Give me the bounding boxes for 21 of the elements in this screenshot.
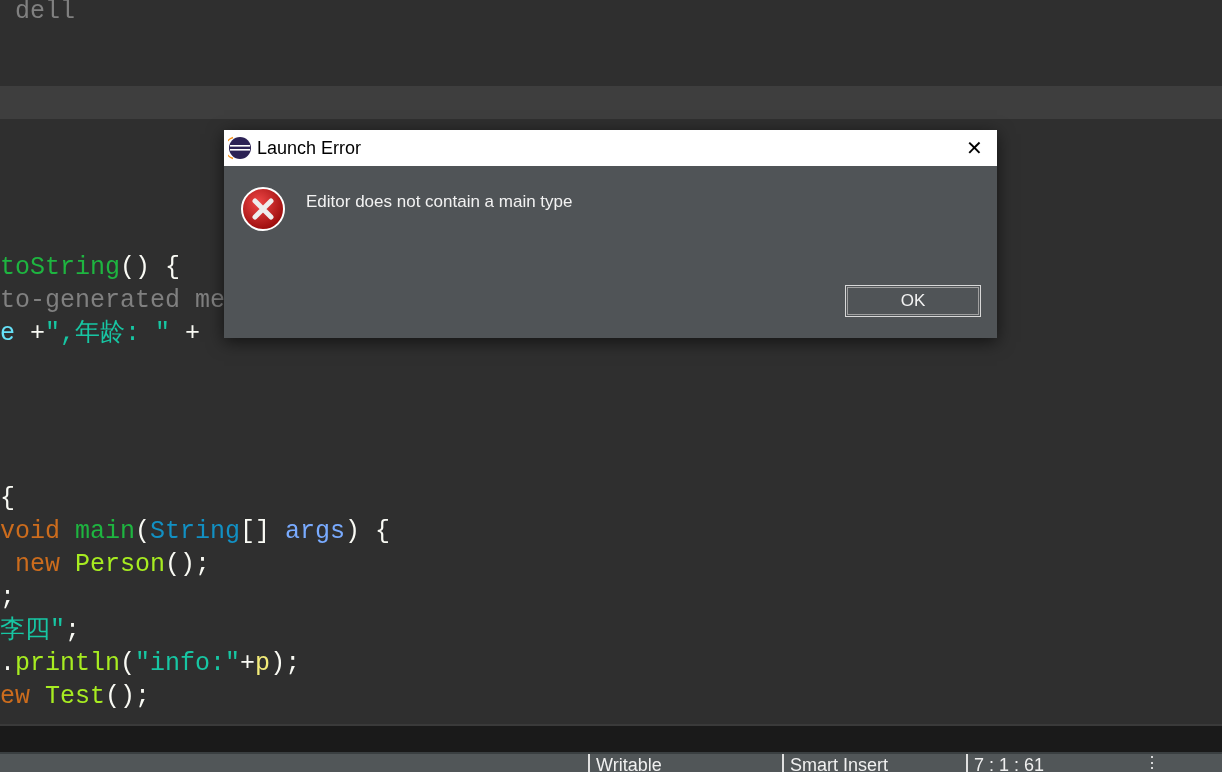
- code-line: e +",年龄: " +: [0, 317, 202, 350]
- code-line: toString() {: [0, 251, 181, 284]
- close-button[interactable]: ✕: [951, 130, 997, 166]
- status-field: Smart Insert: [782, 754, 966, 772]
- status-field: 7 : 1 : 61: [966, 754, 1136, 772]
- ok-button[interactable]: OK: [845, 285, 981, 317]
- app-logo-icon: [228, 136, 252, 160]
- code-line: .println("info:"+p);: [0, 647, 301, 680]
- code-line: void main(String[] args) {: [0, 515, 391, 548]
- code-line: new Person();: [14, 548, 211, 581]
- code-line: ;: [0, 581, 15, 614]
- code-line: ew Test();: [0, 680, 151, 713]
- window-title: Launch Error: [257, 136, 362, 160]
- error-icon: [240, 186, 286, 232]
- menu-icon[interactable]: ⋮: [1144, 754, 1160, 772]
- code-line: dell: [14, 0, 75, 24]
- code-line: {: [0, 482, 15, 515]
- code-line: 李四";: [0, 614, 81, 647]
- code-line: to-generated me: [0, 284, 226, 317]
- status-field: Writable: [588, 754, 782, 772]
- error-message: Editor does not contain a main type: [306, 191, 573, 213]
